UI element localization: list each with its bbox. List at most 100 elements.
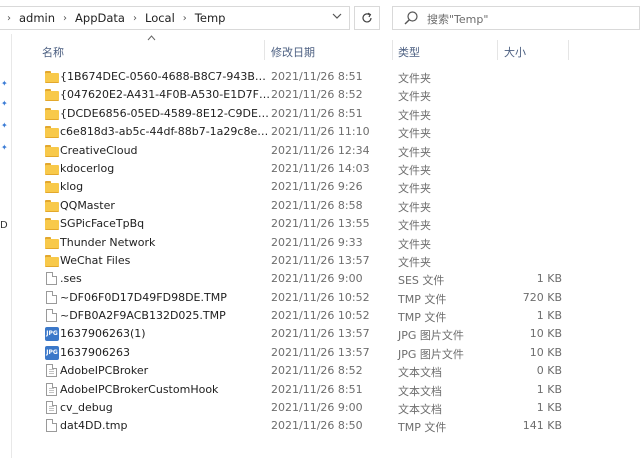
file-icon — [45, 272, 59, 286]
file-date: 2021/11/26 13:57 — [271, 253, 370, 267]
pin-icon: ✦ — [1, 143, 8, 152]
breadcrumb-separator: › — [182, 12, 187, 24]
file-type: 文件夹 — [398, 237, 431, 251]
file-row[interactable]: QQMaster 2021/11/26 8:58 文件夹 — [12, 197, 640, 215]
file-type: 文件夹 — [398, 108, 431, 122]
file-size: 720 KB — [522, 290, 562, 304]
file-type: 文件夹 — [398, 163, 431, 177]
folder-icon — [45, 199, 59, 213]
file-row[interactable]: cv_debug 2021/11/26 9:00 文本文档 1 KB — [12, 399, 640, 417]
file-row[interactable]: klog 2021/11/26 9:26 文件夹 — [12, 178, 640, 196]
file-row[interactable]: AdobeIPCBroker 2021/11/26 8:52 文本文档 0 KB — [12, 362, 640, 380]
file-row[interactable]: Thunder Network 2021/11/26 9:33 文件夹 — [12, 234, 640, 252]
search-box[interactable]: 搜索"Temp" — [392, 6, 640, 30]
column-size[interactable]: 大小 — [504, 44, 526, 60]
file-row[interactable]: kdocerlog 2021/11/26 14:03 文件夹 — [12, 160, 640, 178]
breadcrumb-separator: › — [63, 12, 68, 24]
file-name: ~DFB0A2F9ACB132D025.TMP — [60, 309, 226, 323]
file-name: {DCDE6856-05ED-4589-8E12-C9DE45... — [60, 106, 272, 120]
folder-icon — [45, 70, 59, 84]
file-size: 1 KB — [536, 382, 562, 396]
chevron-down-icon[interactable] — [330, 11, 344, 25]
file-size: 1 KB — [536, 401, 562, 415]
jpg-icon: JPG — [45, 327, 59, 342]
file-type: 文件夹 — [398, 219, 431, 233]
nav-drive-label[interactable]: D — [0, 220, 8, 231]
text-file-icon — [45, 364, 59, 378]
file-icon — [45, 290, 59, 305]
file-row[interactable]: JPG 1637906263 2021/11/26 13:57 JPG 图片文件 10 … — [12, 344, 640, 362]
file-date: 2021/11/26 9:33 — [271, 235, 363, 249]
breadcrumb-separator: › — [132, 12, 137, 24]
file-type: 文本文档 — [398, 366, 442, 380]
folder-icon — [45, 180, 59, 194]
column-divider[interactable] — [497, 40, 498, 60]
file-date: 2021/11/26 8:51 — [271, 70, 363, 83]
file-type: 文件夹 — [398, 200, 431, 214]
file-date: 2021/11/26 8:52 — [271, 88, 363, 102]
address-bar-area: › admin › AppData › Local › Temp 搜索"Temp… — [0, 0, 640, 34]
refresh-button[interactable] — [354, 6, 380, 30]
breadcrumb-local[interactable]: Local — [144, 11, 176, 25]
file-row[interactable]: .ses 2021/11/26 9:00 SES 文件 1 KB — [12, 270, 640, 288]
file-type: JPG 图片文件 — [398, 347, 464, 361]
breadcrumb-appdata[interactable]: AppData — [74, 11, 126, 25]
breadcrumb-temp[interactable]: Temp — [194, 11, 227, 25]
file-row[interactable]: {1B674DEC-0560-4688-B8C7-943B13... 2021/1… — [12, 68, 640, 86]
file-date: 2021/11/26 12:34 — [271, 143, 370, 157]
file-name: c6e818d3-ab5c-44df-88b7-1a29c8ed... — [60, 125, 272, 139]
file-row[interactable]: ~DFB0A2F9ACB132D025.TMP 2021/11/26 10:52 T… — [12, 307, 640, 325]
file-name: .ses — [60, 272, 82, 286]
file-date: 2021/11/26 8:51 — [271, 106, 363, 120]
file-type: JPG 图片文件 — [398, 329, 464, 343]
sort-ascending-icon — [147, 34, 156, 44]
file-type: 文件夹 — [398, 145, 431, 159]
file-name: klog — [60, 180, 84, 194]
file-row[interactable]: CreativeCloud 2021/11/26 12:34 文件夹 — [12, 142, 640, 160]
file-name: cv_debug — [60, 401, 113, 415]
column-date[interactable]: 修改日期 — [271, 44, 315, 60]
file-row[interactable]: AdobeIPCBrokerCustomHook 2021/11/26 8:51 文… — [12, 381, 640, 399]
file-type: 文件夹 — [398, 182, 431, 196]
file-size: 1 KB — [536, 309, 562, 323]
address-bar[interactable]: › admin › AppData › Local › Temp — [0, 6, 350, 30]
file-row[interactable]: {DCDE6856-05ED-4589-8E12-C9DE45... 2021/1… — [12, 105, 640, 123]
breadcrumb-admin[interactable]: admin — [18, 11, 56, 25]
file-name: ~DF06F0D17D49FD98DE.TMP — [60, 290, 227, 304]
column-header: 名称 修改日期 类型 大小 — [12, 34, 640, 64]
folder-icon — [45, 162, 59, 176]
text-file-icon — [45, 401, 59, 415]
file-name: dat4DD.tmp — [60, 419, 128, 433]
file-row[interactable]: WeChat Files 2021/11/26 13:57 文件夹 — [12, 252, 640, 270]
file-row[interactable]: ~DF06F0D17D49FD98DE.TMP 2021/11/26 10:52 T… — [12, 289, 640, 307]
file-row[interactable]: SGPicFaceTpBq 2021/11/26 13:55 文件夹 — [12, 215, 640, 233]
file-size: 10 KB — [529, 327, 562, 341]
file-row[interactable]: dat4DD.tmp 2021/11/26 8:50 TMP 文件 141 KB — [12, 417, 640, 435]
file-date: 2021/11/26 13:57 — [271, 345, 370, 359]
file-name: 1637906263 — [60, 345, 130, 359]
file-name: CreativeCloud — [60, 143, 138, 157]
file-name: AdobeIPCBrokerCustomHook — [60, 382, 219, 396]
column-name[interactable]: 名称 — [42, 44, 64, 60]
file-type: TMP 文件 — [398, 292, 447, 306]
column-divider[interactable] — [568, 40, 569, 60]
navigation-pane[interactable]: ✦ ✦ ✦ ✦ D — [0, 34, 12, 458]
file-size: 141 KB — [522, 419, 562, 433]
file-date: 2021/11/26 9:00 — [271, 401, 363, 415]
file-name: SGPicFaceTpBq — [60, 217, 145, 231]
search-icon — [404, 11, 418, 25]
column-type[interactable]: 类型 — [398, 44, 420, 60]
file-row[interactable]: JPG 1637906263(1) 2021/11/26 13:57 JPG 图片文件… — [12, 325, 640, 343]
pin-icon: ✦ — [1, 121, 8, 130]
column-divider[interactable] — [392, 40, 393, 60]
search-placeholder[interactable]: 搜索"Temp" — [427, 11, 488, 27]
file-type: SES 文件 — [398, 274, 445, 288]
file-row[interactable]: {047620E2-A431-4F0B-A530-E1D7FDF... 2021/… — [12, 86, 640, 104]
folder-icon — [45, 125, 59, 139]
file-name: AdobeIPCBroker — [60, 364, 149, 378]
breadcrumb: › admin › AppData › Local › Temp — [0, 7, 226, 29]
file-icon — [45, 419, 59, 433]
file-row[interactable]: c6e818d3-ab5c-44df-88b7-1a29c8ed... 2021/… — [12, 123, 640, 141]
file-icon — [45, 309, 59, 323]
column-divider[interactable] — [264, 40, 265, 60]
